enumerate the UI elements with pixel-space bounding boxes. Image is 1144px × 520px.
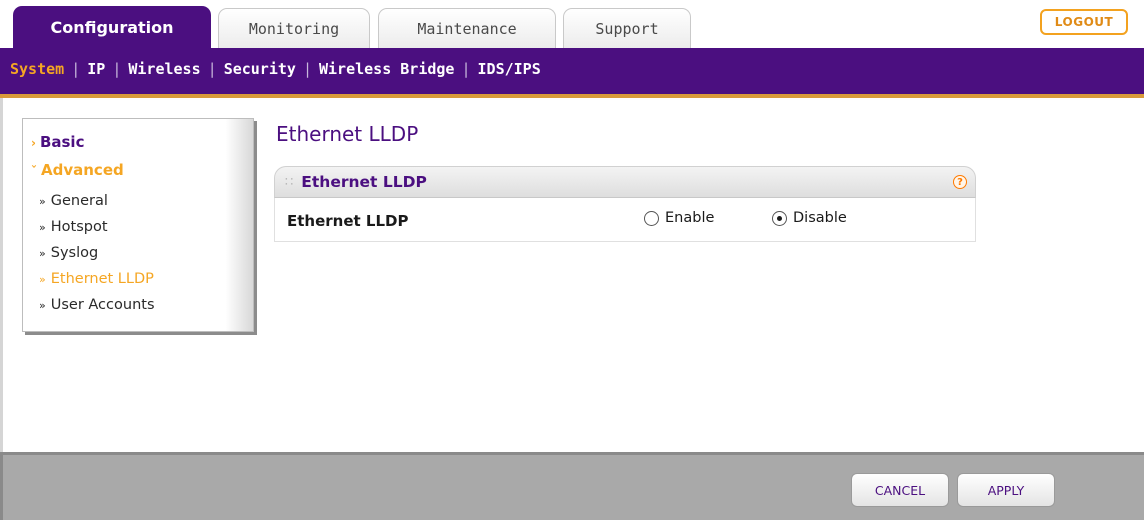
subnav-separator: | <box>209 60 215 78</box>
sidebar-item-ethernet-lldp[interactable]: » Ethernet LLDP <box>39 271 154 287</box>
panel-header: ∷ Ethernet LLDP ? <box>274 166 976 198</box>
sidebar-item-label: Ethernet LLDP <box>50 271 154 287</box>
subnav-wireless-bridge[interactable]: Wireless Bridge <box>319 60 454 78</box>
subnav-separator: | <box>73 60 79 78</box>
drag-handle-icon: ∷ <box>285 174 294 190</box>
sidebar-item-syslog[interactable]: » Syslog <box>39 245 98 261</box>
subnav-separator: | <box>114 60 120 78</box>
sidebar-item-general[interactable]: » General <box>39 193 108 209</box>
subnav-ids-ips[interactable]: IDS/IPS <box>478 60 541 78</box>
sidebar-item-label: General <box>50 193 108 209</box>
sidebar-item-label: Advanced <box>41 161 124 179</box>
subnav-separator: | <box>304 60 310 78</box>
page-title: Ethernet LLDP <box>276 122 419 146</box>
sidebar-item-advanced[interactable]: ˇ Advanced <box>31 161 124 179</box>
settings-panel: ∷ Ethernet LLDP ? Ethernet LLDP Enable D… <box>274 166 976 242</box>
cancel-button[interactable]: CANCEL <box>851 473 949 507</box>
radio-unchecked-icon <box>644 210 659 226</box>
chevron-right-icon: › <box>31 136 36 150</box>
panel-body: Ethernet LLDP Enable Disable <box>274 198 976 242</box>
question-mark-icon[interactable]: ? <box>953 175 967 189</box>
sidebar-item-user-accounts[interactable]: » User Accounts <box>39 297 155 313</box>
double-chevron-icon: » <box>39 247 46 260</box>
main-tab-bar: Configuration Monitoring Maintenance Sup… <box>0 0 1144 48</box>
panel-title: Ethernet LLDP <box>301 173 427 191</box>
tab-maintenance[interactable]: Maintenance <box>378 8 556 48</box>
sidebar-item-label: Basic <box>39 133 85 151</box>
enable-radio[interactable]: Enable <box>644 210 714 226</box>
double-chevron-icon: » <box>39 221 46 234</box>
sidebar-item-label: Syslog <box>50 245 99 261</box>
footer-bar: CANCEL APPLY <box>0 452 1144 520</box>
radio-checked-icon <box>772 210 787 226</box>
tab-support[interactable]: Support <box>563 8 691 48</box>
logout-button[interactable]: LOGOUT <box>1040 9 1128 35</box>
sidebar-menu: › Basic ˇ Advanced » General » Hotspot » Sysl… <box>22 118 254 332</box>
subnav-ip[interactable]: IP <box>87 60 105 78</box>
disable-radio[interactable]: Disable <box>772 210 847 226</box>
sidebar-item-label: User Accounts <box>50 297 155 313</box>
disable-radio-label: Disable <box>793 210 847 226</box>
ethernet-lldp-label: Ethernet LLDP <box>287 212 409 230</box>
enable-radio-label: Enable <box>665 210 715 226</box>
sidebar-item-basic[interactable]: › Basic <box>31 133 84 151</box>
chevron-down-icon: ˇ <box>31 164 37 178</box>
apply-button[interactable]: APPLY <box>957 473 1055 507</box>
subnav-wireless[interactable]: Wireless <box>128 60 200 78</box>
sub-nav-bar: System | IP | Wireless | Security | Wire… <box>0 48 1144 98</box>
sidebar-item-label: Hotspot <box>50 219 108 235</box>
tab-monitoring[interactable]: Monitoring <box>218 8 370 48</box>
double-chevron-icon: » <box>39 273 46 286</box>
subnav-separator: | <box>463 60 469 78</box>
app-frame: Configuration Monitoring Maintenance Sup… <box>0 0 1144 520</box>
subnav-system[interactable]: System <box>10 60 64 78</box>
subnav-security[interactable]: Security <box>224 60 296 78</box>
sidebar-item-hotspot[interactable]: » Hotspot <box>39 219 108 235</box>
double-chevron-icon: » <box>39 195 46 208</box>
tab-configuration[interactable]: Configuration <box>13 6 211 48</box>
double-chevron-icon: » <box>39 299 46 312</box>
